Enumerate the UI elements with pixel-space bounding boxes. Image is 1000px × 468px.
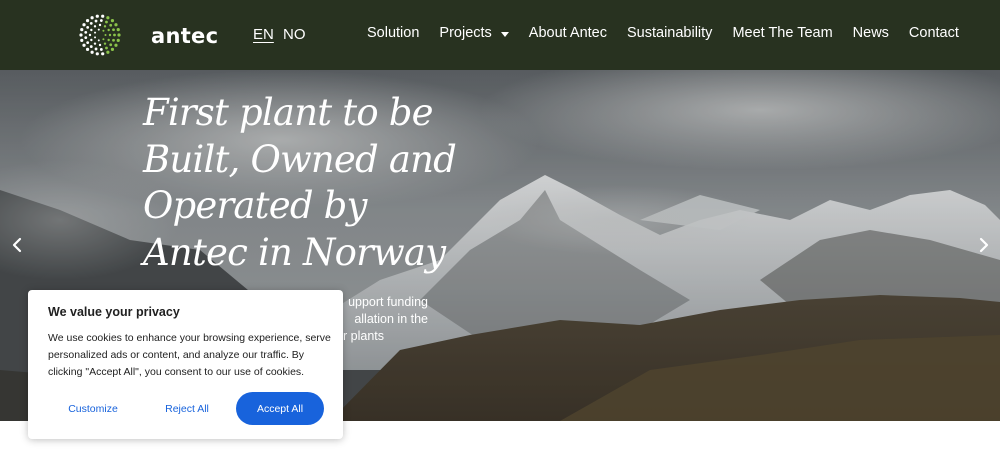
logo-dot — [86, 41, 90, 45]
logo-dot — [85, 19, 90, 23]
customize-button[interactable]: Customize — [50, 392, 136, 425]
chevron-right-icon[interactable] — [975, 236, 993, 254]
logo-dot — [82, 43, 86, 47]
logo-dot — [109, 23, 113, 27]
logo-dot — [88, 33, 92, 37]
logo-dot — [90, 28, 93, 32]
nav-sustainability-label: Sustainability — [627, 25, 713, 41]
logo-dot — [106, 16, 110, 20]
logo-dot — [89, 45, 93, 48]
nav-team-label: Meet The Team — [732, 25, 833, 41]
logo-dot — [90, 16, 94, 20]
logo-dot — [108, 33, 112, 37]
logo-dot — [117, 33, 121, 37]
cookie-consent-dialog: We value your privacy We use cookies to … — [28, 290, 343, 439]
logo-dot — [93, 42, 97, 45]
logo-dot — [103, 25, 107, 28]
caret-down-icon — [500, 31, 509, 37]
nav-contact-label: Contact — [908, 25, 959, 41]
language-no[interactable]: NO — [283, 26, 306, 43]
logo-dot — [114, 43, 118, 47]
nav-solution[interactable]: Solution — [367, 25, 419, 41]
nav-news[interactable]: News — [853, 25, 889, 41]
cookie-description: We use cookies to enhance your browsing … — [48, 332, 331, 378]
nav-about-antec[interactable]: About Antec — [529, 25, 607, 41]
logo-dot — [112, 38, 115, 42]
logo-dot — [116, 38, 120, 42]
main-navigation: Solution Projects About Antec Sustainabi… — [367, 25, 959, 41]
site-header: antec EN NO Solution Projects About Ante… — [0, 0, 1000, 70]
logo-dot — [97, 39, 100, 42]
language-en[interactable]: EN — [253, 26, 274, 43]
logo-dot — [99, 48, 103, 51]
logo-dot — [80, 38, 84, 42]
brand-name: antec — [151, 24, 219, 48]
accept-all-button[interactable]: Accept All — [236, 392, 324, 425]
logo-dot — [101, 52, 105, 56]
logo-dot — [95, 14, 99, 18]
logo-dot — [94, 36, 97, 39]
logo-dot — [110, 19, 115, 23]
logo-dot — [107, 38, 110, 42]
logo-dot — [93, 25, 97, 28]
logo-dot — [90, 38, 93, 42]
logo-dot — [90, 50, 94, 54]
nav-news-label: News — [852, 25, 889, 41]
logo-dot — [104, 34, 107, 36]
hero-title: First plant to be Built, Owned and Opera… — [143, 91, 457, 274]
logo-dot — [113, 33, 116, 37]
logo-dot — [101, 14, 105, 18]
logo-dot — [94, 31, 97, 34]
chevron-left-icon[interactable] — [8, 236, 26, 254]
logo-dot — [102, 29, 105, 32]
logo-dot — [103, 42, 107, 45]
nav-projects-label: Projects — [439, 25, 492, 41]
logo-dot — [80, 28, 84, 32]
logo-dot — [106, 50, 110, 54]
logo-dot — [84, 30, 88, 34]
dotted-circle-logo-icon — [79, 14, 121, 56]
logo-dot — [114, 23, 118, 27]
logo-dot — [97, 28, 100, 31]
logo-dot — [79, 33, 83, 37]
nav-sustainability[interactable]: Sustainability — [627, 25, 712, 41]
logo-dot — [99, 19, 103, 22]
logo-dot — [105, 20, 108, 24]
reject-all-button[interactable]: Reject All — [144, 392, 230, 425]
logo-dot — [84, 36, 88, 40]
nav-projects[interactable]: Projects — [439, 25, 509, 41]
logo-dot — [86, 25, 90, 29]
nav-about-label: About Antec — [528, 25, 607, 41]
nav-meet-the-team[interactable]: Meet The Team — [732, 25, 832, 41]
logo-dot — [94, 47, 98, 51]
logo-dot — [89, 22, 93, 25]
logo-dot — [95, 52, 99, 56]
logo-dot — [94, 19, 98, 23]
logo-dot — [98, 43, 102, 47]
logo-dot — [102, 38, 105, 41]
logo-dot — [107, 28, 110, 32]
logo-dot — [98, 23, 102, 27]
cookie-title: We value your privacy — [48, 305, 180, 319]
logo-dot — [112, 28, 115, 32]
nav-contact[interactable]: Contact — [909, 25, 959, 41]
nav-solution-label: Solution — [367, 25, 420, 41]
logo-dot — [82, 23, 86, 27]
logo-dot — [109, 43, 113, 47]
logo-dot — [110, 47, 115, 51]
logo-dot — [85, 47, 90, 51]
brand-logo[interactable]: antec — [78, 13, 218, 57]
logo-dot — [105, 46, 108, 50]
logo-dot — [116, 28, 120, 32]
